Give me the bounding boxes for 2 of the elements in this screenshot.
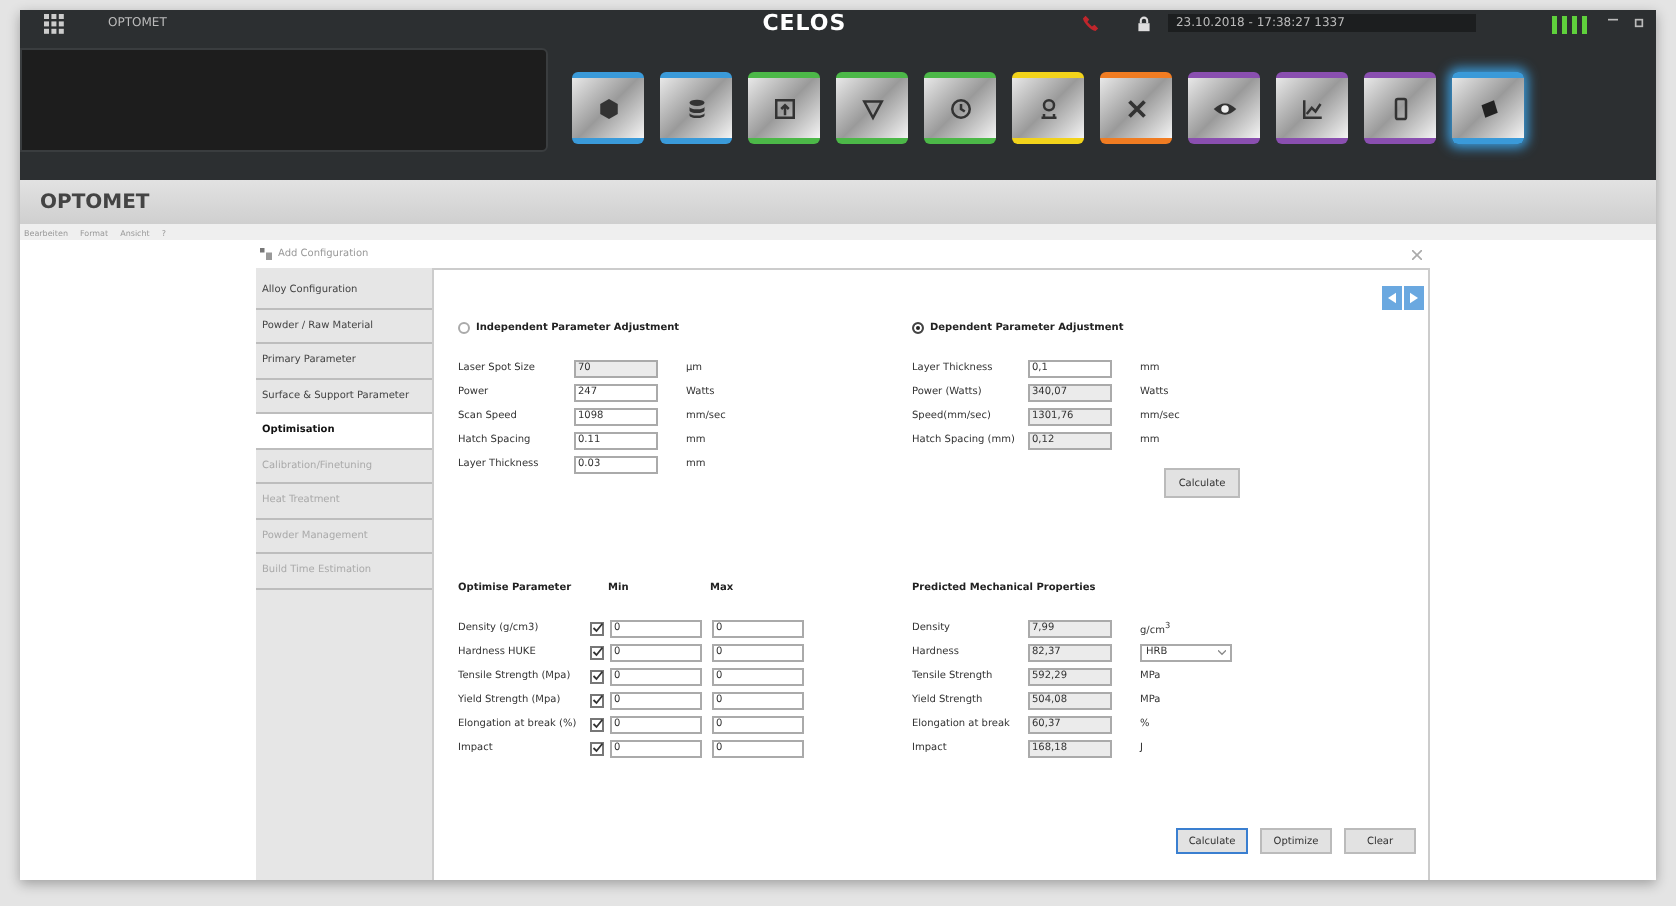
app-title: CELOS xyxy=(762,10,847,36)
window-title: OPTOMET xyxy=(40,191,150,213)
